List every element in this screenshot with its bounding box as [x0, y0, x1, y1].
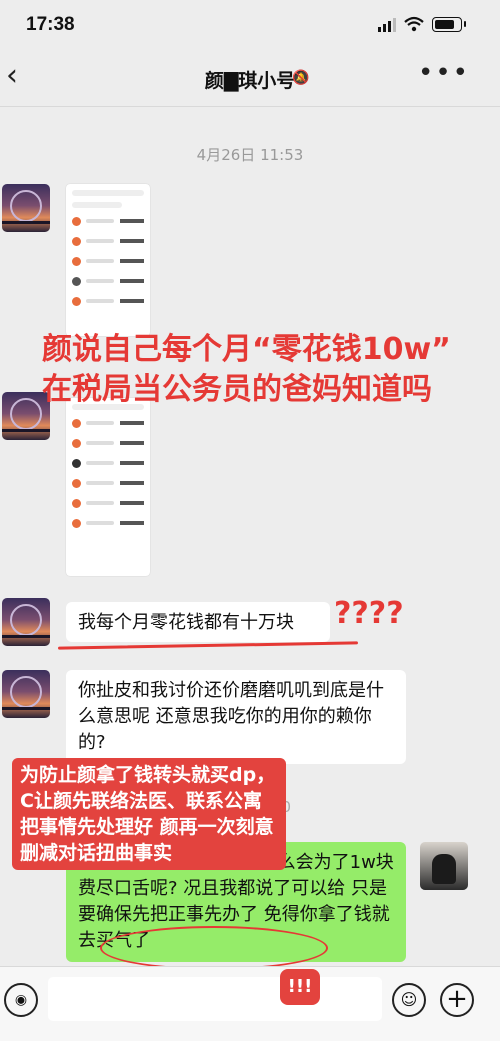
status-bar: 17:38 [0, 0, 500, 50]
avatar[interactable] [2, 670, 50, 718]
emoji-icon[interactable]: ☺ [392, 983, 426, 1017]
signal-icon [378, 18, 396, 32]
voice-icon[interactable]: ◉ [4, 983, 38, 1017]
battery-icon [432, 17, 462, 32]
highlight-circle [100, 926, 328, 970]
avatar[interactable] [2, 184, 50, 232]
message-bubble[interactable]: 你扯皮和我讨价还价磨磨叽叽到底是什么意思呢 还意思我吃你的用你的赖你的? [66, 670, 406, 764]
clock: 17:38 [26, 14, 75, 35]
headline-annotation: 颜说自己每个月“零花钱10w” 在税局当公务员的爸妈知道吗 [42, 332, 451, 407]
highlight-underline [57, 641, 359, 650]
screenshot-image[interactable] [66, 398, 150, 576]
more-options-icon[interactable]: ••• [418, 58, 470, 88]
alert-badge: !!! [280, 969, 320, 1005]
wifi-icon [404, 16, 424, 32]
chat-header: ‹ 颜▇琪小号 🔕 ••• [0, 50, 500, 107]
chat-timestamp: 4月26日 11:53 [196, 146, 304, 164]
my-avatar[interactable] [420, 842, 468, 890]
plus-icon[interactable]: + [440, 983, 474, 1017]
annotation-note: 为防止颜拿了钱转头就买dp，C让颜先联络法医、联系公寓把事情先处理好 颜再一次刻… [12, 758, 286, 870]
bell-slash-icon: 🔕 [292, 70, 310, 86]
question-marks: ???? [334, 596, 404, 631]
message-bubble[interactable]: 我每个月零花钱都有十万块 [66, 602, 330, 642]
screenshot-image[interactable] [66, 184, 150, 336]
message-input[interactable] [48, 977, 382, 1021]
avatar[interactable] [2, 598, 50, 646]
input-bar: ◉ !!! ☺ + [0, 966, 500, 1041]
